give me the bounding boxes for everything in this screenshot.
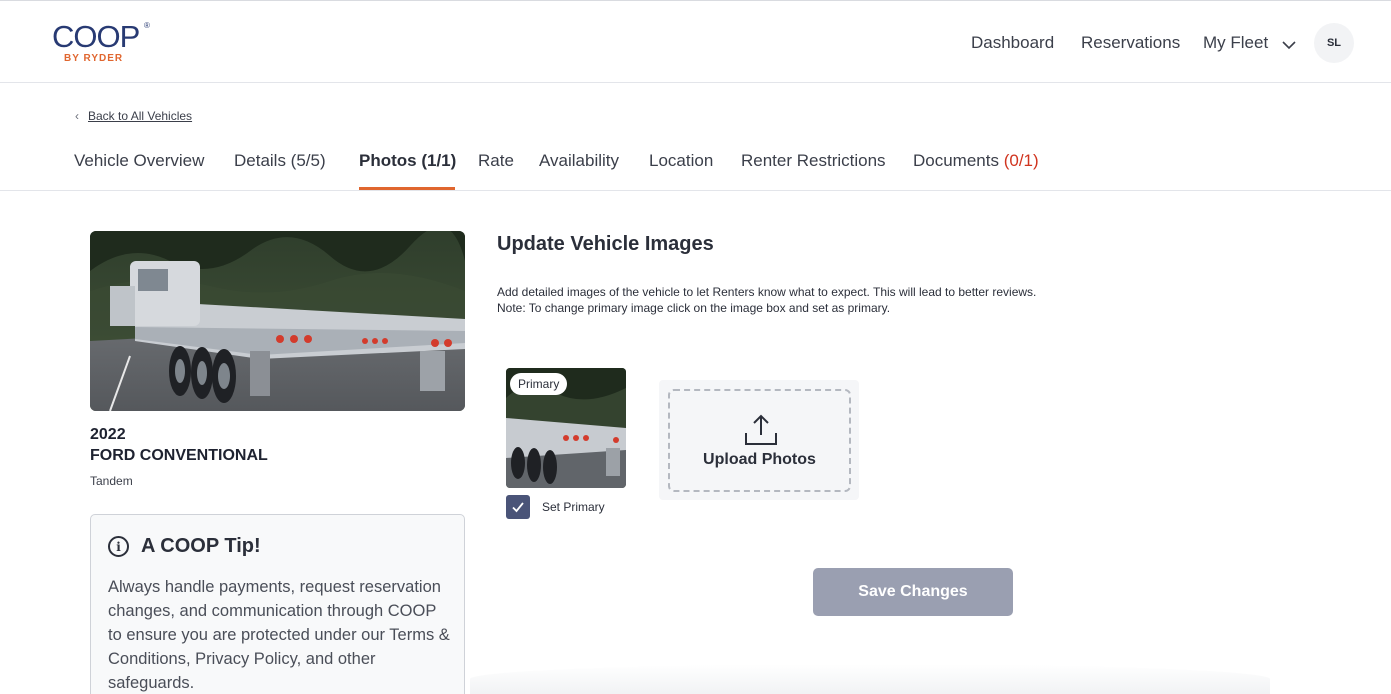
upload-photos-button[interactable]: Upload Photos bbox=[668, 389, 851, 492]
nav-dashboard[interactable]: Dashboard bbox=[971, 33, 1054, 53]
set-primary-checkbox[interactable] bbox=[506, 495, 530, 519]
logo-word: COOP bbox=[52, 19, 140, 54]
back-to-all-vehicles-link[interactable]: Back to All Vehicles bbox=[88, 109, 192, 123]
tab-details[interactable]: Details (5/5) bbox=[234, 151, 326, 171]
tab-vehicle-overview[interactable]: Vehicle Overview bbox=[74, 151, 204, 171]
upload-photos-label: Upload Photos bbox=[703, 451, 816, 468]
tip-title: A COOP Tip! bbox=[141, 535, 261, 557]
vehicle-name: FORD CONVENTIONAL bbox=[90, 447, 268, 464]
section-description: Add detailed images of the vehicle to le… bbox=[497, 284, 1036, 316]
vehicle-hero-image bbox=[90, 231, 465, 411]
flatbed-truck-photo bbox=[90, 231, 465, 411]
section-title: Update Vehicle Images bbox=[497, 233, 714, 255]
description-line-2: Note: To change primary image click on t… bbox=[497, 301, 891, 315]
page: COOP ® BY RYDER Dashboard Reservations M… bbox=[0, 0, 1391, 694]
tab-documents-label: Documents bbox=[913, 151, 999, 170]
tab-availability[interactable]: Availability bbox=[539, 151, 619, 171]
vehicle-subtype: Tandem bbox=[90, 474, 133, 488]
tab-documents-count: (0/1) bbox=[1003, 151, 1039, 170]
nav-reservations[interactable]: Reservations bbox=[1081, 33, 1180, 53]
logo-subtitle: BY RYDER bbox=[64, 53, 124, 64]
vehicle-year: 2022 bbox=[90, 426, 126, 443]
checkmark-icon bbox=[512, 502, 524, 513]
coop-logo[interactable]: COOP ® BY RYDER bbox=[52, 21, 152, 65]
vehicle-tabs: Vehicle Overview Details (5/5) Photos (1… bbox=[0, 139, 1391, 191]
breadcrumb: ‹ Back to All Vehicles bbox=[75, 109, 192, 123]
description-line-1: Add detailed images of the vehicle to le… bbox=[497, 285, 1037, 299]
coop-tip-card: i A COOP Tip! Always handle payments, re… bbox=[90, 514, 465, 694]
bottom-shadow bbox=[470, 664, 1270, 694]
chevron-down-icon[interactable] bbox=[1281, 37, 1297, 53]
tip-body: Always handle payments, request reservat… bbox=[108, 578, 450, 692]
tab-renter-restrictions[interactable]: Renter Restrictions bbox=[741, 151, 886, 171]
tab-photos[interactable]: Photos (1/1) bbox=[359, 151, 456, 171]
set-primary-label: Set Primary bbox=[542, 500, 605, 514]
nav-my-fleet[interactable]: My Fleet bbox=[1203, 33, 1268, 53]
chevron-left-icon: ‹ bbox=[75, 109, 79, 123]
vehicle-image-thumbnail[interactable]: Primary bbox=[506, 368, 626, 488]
active-tab-indicator bbox=[359, 187, 455, 190]
tab-documents[interactable]: Documents (0/1) bbox=[913, 151, 1039, 171]
primary-badge: Primary bbox=[510, 373, 568, 395]
tab-location[interactable]: Location bbox=[649, 151, 713, 171]
save-changes-button[interactable]: Save Changes bbox=[813, 568, 1013, 616]
top-navigation-bar: COOP ® BY RYDER Dashboard Reservations M… bbox=[0, 0, 1391, 83]
tab-rate[interactable]: Rate bbox=[478, 151, 514, 171]
user-avatar[interactable]: SL bbox=[1314, 23, 1354, 63]
logo-registered-mark: ® bbox=[144, 21, 150, 30]
info-icon: i bbox=[108, 536, 129, 557]
upload-icon bbox=[745, 414, 777, 445]
